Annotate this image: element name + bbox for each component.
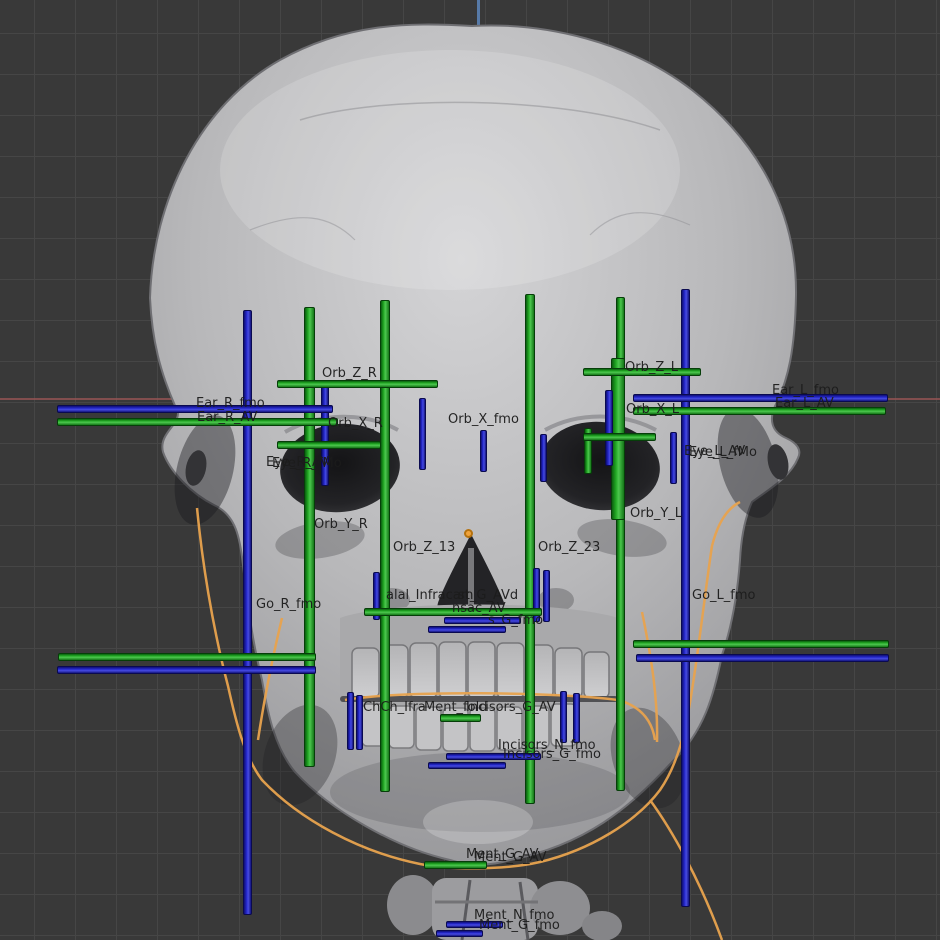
landmark-marker-bar-green[interactable] (440, 714, 481, 722)
landmark-marker-bar-green[interactable] (525, 294, 535, 804)
landmark-marker-bar-green[interactable] (633, 407, 886, 415)
landmark-marker-bar-blue[interactable] (636, 654, 889, 662)
landmark-marker-bar-green[interactable] (364, 608, 542, 616)
landmark-marker-bar-green[interactable] (583, 368, 701, 376)
landmark-marker-bar-blue[interactable] (428, 762, 506, 769)
landmark-marker-bar-green[interactable] (583, 433, 656, 441)
landmark-marker-bar-blue[interactable] (436, 930, 483, 937)
landmark-marker-bar-blue[interactable] (480, 430, 487, 472)
landmark-marker-bar-blue[interactable] (446, 753, 541, 760)
landmark-marker-bar-blue[interactable] (57, 666, 316, 674)
3d-viewport: Orb_Z_REar_R_fmoEar_R_AVOrb_X_ROrb_X_fmo… (0, 0, 940, 940)
landmark-marker-bar-blue[interactable] (670, 432, 677, 484)
landmark-marker-bar-green[interactable] (424, 861, 487, 869)
landmark-marker-bar-blue[interactable] (243, 310, 252, 915)
landmark-marker-bar-blue[interactable] (543, 570, 550, 622)
landmark-marker-bar-green[interactable] (277, 441, 381, 449)
landmark-marker-bar-blue[interactable] (444, 617, 521, 624)
landmark-marker-bar-blue[interactable] (321, 386, 329, 486)
landmark-marker-bar-blue[interactable] (681, 289, 690, 907)
landmark-marker-bar-blue[interactable] (560, 691, 567, 743)
landmark-marker-bar-blue[interactable] (356, 695, 363, 750)
markers-layer (0, 0, 940, 940)
landmark-marker-bar-blue[interactable] (605, 390, 613, 466)
landmark-marker-bar-blue[interactable] (347, 692, 354, 750)
landmark-marker-bar-green[interactable] (58, 653, 316, 661)
landmark-marker-bar-blue[interactable] (540, 434, 547, 482)
origin-point-marker[interactable] (464, 529, 473, 538)
landmark-marker-bar-blue[interactable] (446, 921, 503, 928)
landmark-marker-bar-green[interactable] (633, 640, 889, 648)
landmark-marker-bar-blue[interactable] (428, 626, 506, 633)
landmark-marker-bar-blue[interactable] (633, 394, 888, 402)
landmark-marker-bar-blue[interactable] (573, 693, 580, 743)
landmark-marker-bar-blue[interactable] (419, 398, 426, 470)
landmark-marker-bar-green[interactable] (380, 300, 390, 792)
landmark-marker-bar-green[interactable] (277, 380, 438, 388)
landmark-marker-bar-blue[interactable] (57, 405, 333, 413)
landmark-marker-bar-green[interactable] (57, 418, 338, 426)
landmark-marker-bar-green[interactable] (304, 307, 315, 767)
